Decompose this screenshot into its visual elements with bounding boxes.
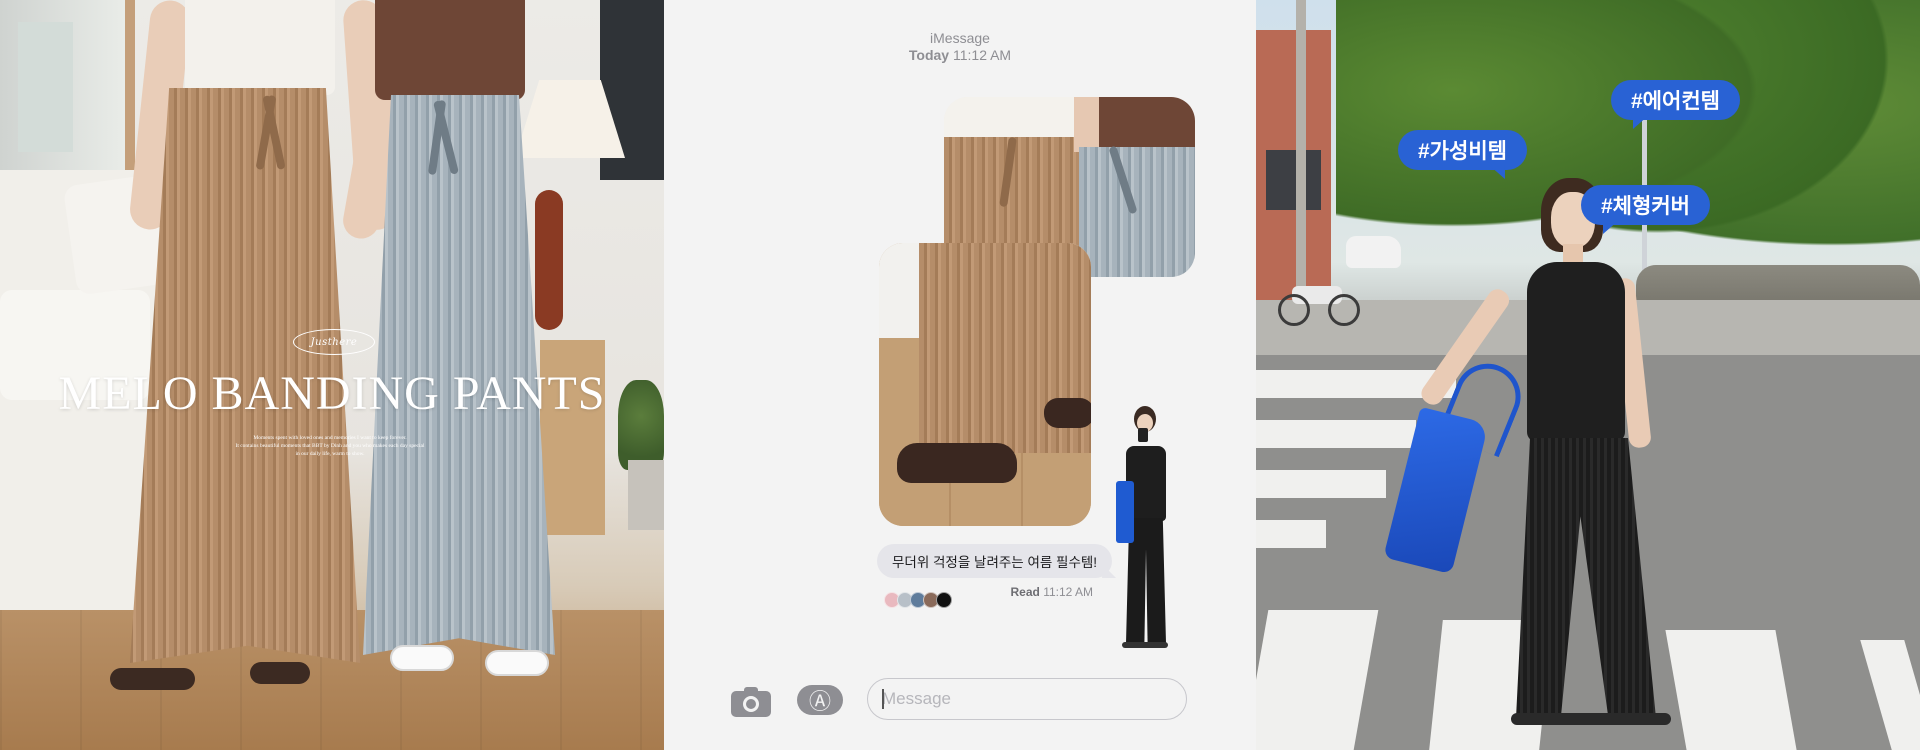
message-input[interactable] [867,678,1187,720]
color-swatches [884,592,952,608]
sandal [250,662,310,684]
text-caret [882,689,884,709]
message-photo-hem-detail[interactable] [879,243,1091,526]
photo-detail [1099,97,1195,147]
read-receipt-time: 11:12 AM [1043,585,1093,599]
color-swatch [936,592,952,608]
crosswalk-stripe [1665,630,1797,750]
subtitle-line: It contains beautiful moments that BBT b… [235,443,425,449]
subtitle-line: Moments spent with loved ones and memori… [253,435,407,441]
timestamp-day: Today [908,47,950,63]
brand-logo: Justhere [293,329,375,355]
model-pants [1516,438,1656,718]
photo-detail [897,443,1017,483]
photo-detail [1044,398,1091,428]
model-bag [1116,481,1134,543]
camera-icon [743,696,759,712]
message-bubble[interactable]: 무더위 걱정을 날려주는 여름 필수템! [877,544,1113,578]
message-input-bar: Ⓐ [664,675,1256,725]
model-cutout-black-outfit [1116,406,1174,651]
sandal [485,650,549,676]
photo-detail [944,97,1079,137]
camera-button[interactable] [731,685,771,717]
background-lamp-base [535,190,563,330]
background-building [1256,30,1331,310]
timestamp-time: 11:12 AM [952,47,1012,63]
scooter-wheel [1278,294,1310,326]
app-store-button[interactable]: Ⓐ [797,685,843,715]
product-subtitle: Moments spent with loved ones and memori… [200,434,460,458]
model-top-brown [375,0,525,100]
imessage-header: iMessage Today 11:12 AM [664,30,1256,64]
model-phone [1138,428,1148,442]
crosswalk-stripe [1256,470,1386,498]
imessage-service-label: iMessage [930,30,990,46]
sandal [390,645,454,671]
crosswalk-stripe [1256,420,1416,448]
hero-photo-panel: Justhere MELO BANDING PANTS Moments spen… [0,0,664,750]
street-photo-panel: #가성비템 #에어컨템 #체형커버 [1256,0,1920,750]
read-receipt: Read 11:12 AM [1004,585,1094,599]
hashtag-bubble: #체형커버 [1581,185,1710,225]
model-top [1527,262,1625,442]
hashtag-bubble: #가성비템 [1398,130,1527,170]
background-car [1346,236,1401,268]
product-title: MELO BANDING PANTS [58,367,606,420]
model-street-black-outfit [1383,178,1681,733]
hashtag-bubble: #에어컨템 [1611,80,1740,120]
imessage-panel: iMessage Today 11:12 AM 무더위 걱정을 날려주는 여름 … [664,0,1256,750]
model-feet [1511,713,1671,725]
read-receipt-label: Read [1010,585,1040,599]
photo-detail [1079,147,1195,277]
product-banner: Justhere MELO BANDING PANTS Moments spen… [0,0,1920,750]
background-scooter [1278,282,1360,326]
background-window [0,0,135,180]
scooter-wheel [1328,294,1360,326]
subtitle-line: in our daily life, warm to show. [295,451,365,457]
model-top-white [185,0,335,95]
background-plant-pot [628,460,664,530]
background-utility-pole [1296,0,1306,300]
model-feet [1122,642,1168,648]
sandal [110,668,195,690]
brand-logo-text: Justhere [310,336,358,348]
imessage-timestamp: Today 11:12 AM [664,47,1256,64]
crosswalk-stripe [1256,520,1326,548]
app-store-icon: Ⓐ [808,689,831,714]
